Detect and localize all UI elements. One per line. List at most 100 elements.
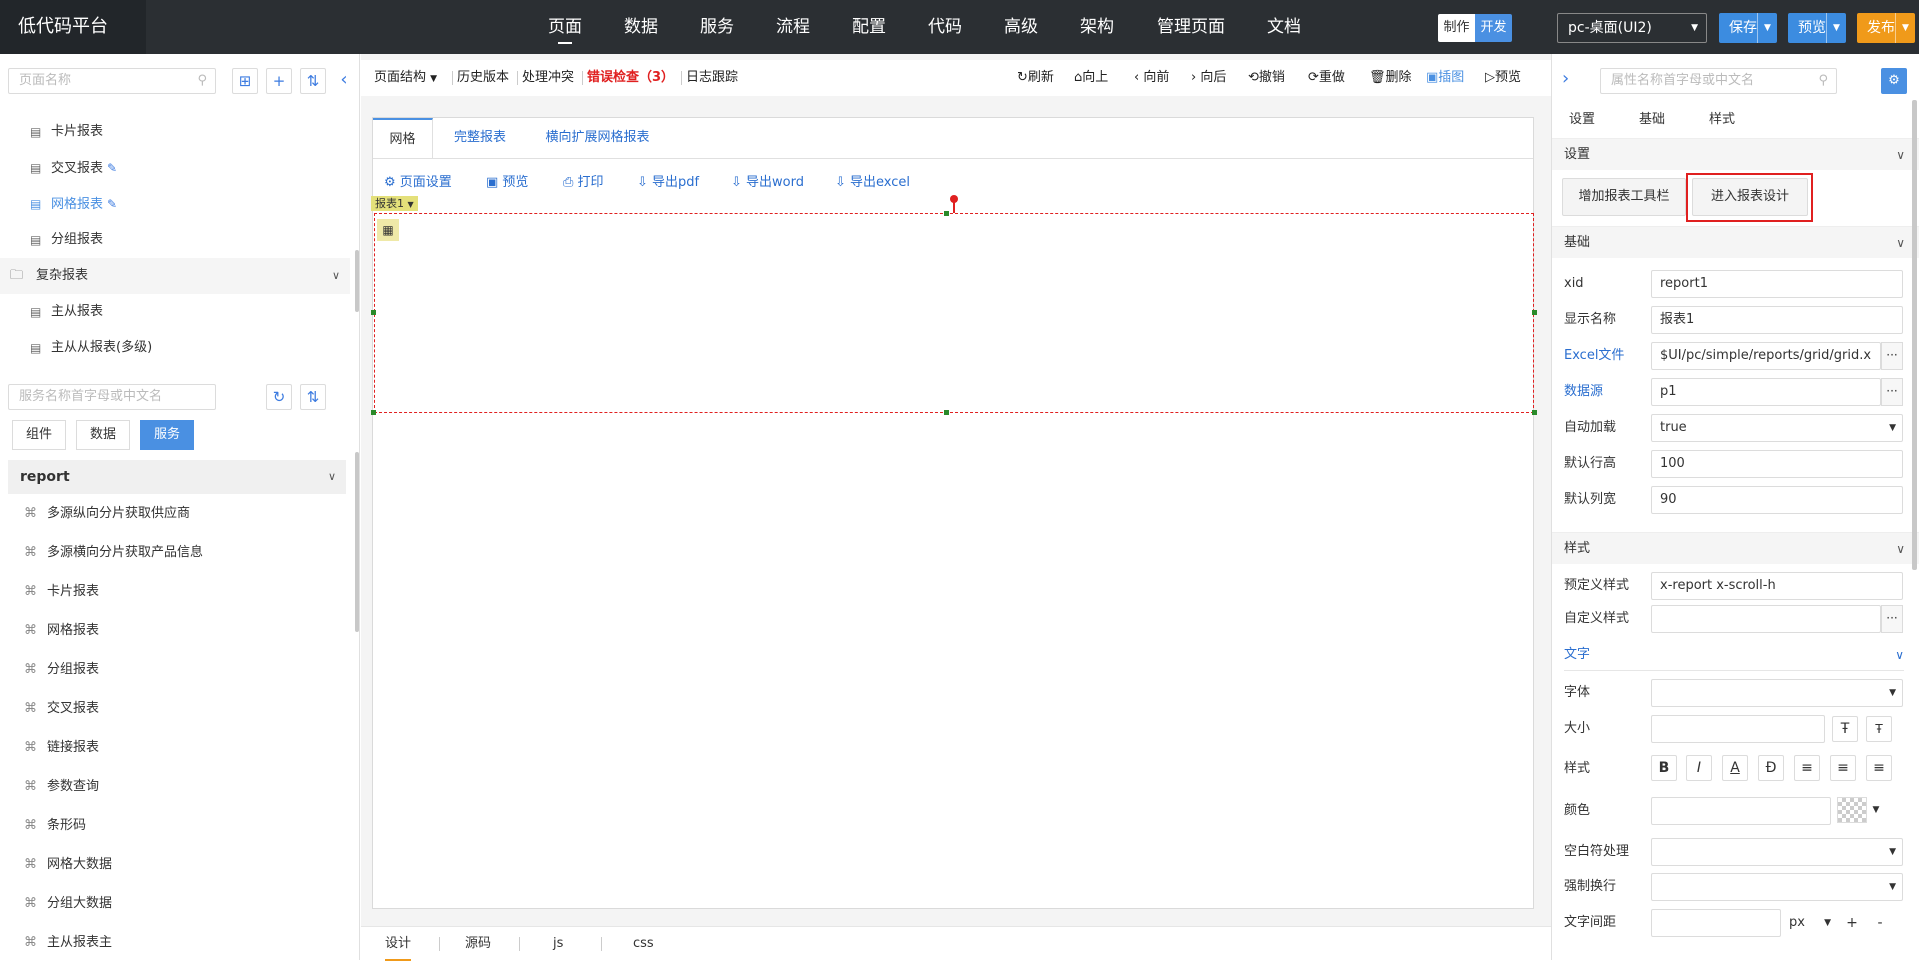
service-item[interactable]: ⌘ 参数查询 (0, 767, 350, 806)
report-tag[interactable]: 报表1 ▼ (371, 196, 418, 211)
align-left-icon[interactable]: ≡ (1794, 755, 1820, 781)
caret-down-icon[interactable]: ▼ (1868, 797, 1884, 823)
more-icon[interactable]: ··· (1881, 378, 1903, 406)
export-word-button[interactable]: ⇩ 导出word (731, 170, 804, 196)
export-pdf-button[interactable]: ⇩ 导出pdf (637, 170, 699, 196)
nav-item-process[interactable]: 流程 (776, 0, 810, 54)
tab-components[interactable]: 组件 (12, 420, 66, 450)
collapse-left-icon[interactable]: ‹ (334, 68, 354, 94)
color-input[interactable] (1651, 797, 1831, 825)
tree-item-active[interactable]: ▤ 网格报表 ✎ (0, 186, 350, 222)
forward-button[interactable]: ‹ 向前 (1134, 60, 1169, 96)
italic-icon[interactable]: I (1686, 755, 1712, 781)
service-item[interactable]: ⌘ 分组大数据 (0, 884, 350, 923)
tab-full-report[interactable]: 完整报表 (440, 118, 520, 158)
report-component-selection[interactable] (374, 213, 1534, 413)
resize-handle[interactable] (1532, 410, 1537, 415)
nav-item-code[interactable]: 代码 (928, 0, 962, 54)
tree-item[interactable]: ▤ 交叉报表 ✎ (0, 150, 350, 186)
backward-button[interactable]: › 向后 (1191, 60, 1226, 96)
minus-icon[interactable]: - (1868, 909, 1892, 937)
tab-design[interactable]: 设计 (385, 927, 412, 961)
more-icon[interactable]: ··· (1881, 605, 1903, 633)
caret-down-icon[interactable]: ▼ (1757, 13, 1777, 43)
page-setup-button[interactable]: ⚙ 页面设置 (384, 170, 452, 196)
decrease-font-icon[interactable]: Ŧ (1866, 716, 1892, 742)
resize-handle[interactable] (944, 211, 949, 216)
up-button[interactable]: ⌂向上 (1074, 60, 1108, 96)
underline-icon[interactable]: A (1722, 755, 1748, 781)
service-item[interactable]: ⌘ 交叉报表 (0, 689, 350, 728)
nav-item-data[interactable]: 数据 (624, 0, 658, 54)
excel-file-input[interactable]: $UI/pc/simple/reports/grid/grid.x (1651, 342, 1881, 370)
tab-css[interactable]: css (633, 927, 654, 961)
predefined-style-input[interactable]: x-report x-scroll-h (1651, 572, 1903, 600)
col-width-input[interactable]: 90 (1651, 486, 1903, 514)
sort-icon[interactable]: ⇅ (300, 68, 326, 94)
bold-icon[interactable]: B (1651, 755, 1677, 781)
scrollbar-thumb[interactable] (1912, 100, 1917, 570)
preview-toolbar-button[interactable]: ▷预览 (1485, 60, 1521, 96)
caret-down-icon[interactable]: ▼ (1826, 13, 1846, 43)
unit-select[interactable]: px ▼ (1785, 909, 1835, 937)
service-item[interactable]: ⌘ 链接报表 (0, 728, 350, 767)
conflicts-button[interactable]: 处理冲突 (522, 60, 574, 96)
service-item[interactable]: ⌘ 网格报表 (0, 611, 350, 650)
refresh-icon[interactable]: ↻ (266, 384, 292, 410)
page-structure-dropdown[interactable]: 页面结构 ▼ (374, 60, 437, 96)
resize-handle-dot[interactable] (950, 195, 958, 203)
service-item[interactable]: ⌘ 多源纵向分片获取供应商 (0, 494, 350, 533)
more-icon[interactable]: ··· (1881, 342, 1903, 370)
insert-image-button[interactable]: ▣插图 (1426, 60, 1464, 96)
whitespace-select[interactable]: ▼ (1651, 838, 1903, 866)
chevron-down-icon[interactable]: ∨ (1896, 533, 1905, 565)
nav-item-config[interactable]: 配置 (852, 0, 886, 54)
edit-icon[interactable]: ✎ (107, 197, 117, 211)
tab-source[interactable]: 源码 (465, 927, 491, 961)
tab-style[interactable]: 样式 (1709, 108, 1735, 132)
report-preview-button[interactable]: ▣ 预览 (486, 170, 528, 196)
resize-handle[interactable] (944, 410, 949, 415)
refresh-button[interactable]: ↻刷新 (1017, 60, 1054, 96)
service-search-input[interactable]: 服务名称首字母或中文名 (8, 384, 216, 410)
section-settings[interactable]: 设置 ∨ (1552, 138, 1919, 170)
save-button[interactable]: 保存 ▼ (1719, 13, 1777, 43)
settings-gear-icon[interactable]: ⚙ (1881, 68, 1907, 94)
nav-item-architecture[interactable]: 架构 (1080, 0, 1114, 54)
letter-spacing-input[interactable] (1651, 909, 1781, 937)
tree-group-complex-reports[interactable]: 🗀 复杂报表 ∨ (0, 258, 350, 294)
mode-make-button[interactable]: 制作 (1438, 14, 1475, 42)
service-group-report[interactable]: report ∨ (8, 460, 346, 494)
row-height-input[interactable]: 100 (1651, 450, 1903, 478)
redo-button[interactable]: ⟳重做 (1308, 60, 1345, 96)
chevron-down-icon[interactable]: ∨ (1895, 640, 1904, 670)
align-right-icon[interactable]: ≡ (1866, 755, 1892, 781)
tab-data[interactable]: 数据 (76, 420, 130, 450)
service-item[interactable]: ⌘ 卡片报表 (0, 572, 350, 611)
platform-select[interactable]: pc-桌面(UI2) ▼ (1557, 13, 1707, 43)
align-center-icon[interactable]: ≡ (1830, 755, 1856, 781)
log-trace-button[interactable]: 日志跟踪 (686, 60, 738, 96)
word-wrap-select[interactable]: ▼ (1651, 873, 1903, 901)
property-search-input[interactable]: 属性名称首字母或中文名 ⚲ (1600, 68, 1837, 94)
service-item[interactable]: ⌘ 分组报表 (0, 650, 350, 689)
tree-item[interactable]: ▤ 卡片报表 (0, 114, 350, 150)
increase-font-icon[interactable]: Ŧ (1832, 716, 1858, 742)
font-select[interactable]: ▼ (1651, 679, 1903, 707)
publish-button[interactable]: 发布 ▼ (1857, 13, 1915, 43)
delete-button[interactable]: 🗑删除 (1369, 60, 1412, 96)
nav-item-manage-pages[interactable]: 管理页面 (1157, 0, 1225, 54)
chevron-down-icon[interactable]: ∨ (1896, 139, 1905, 171)
scrollbar-thumb[interactable] (355, 250, 359, 312)
tree-item[interactable]: ▤ 分组报表 (0, 222, 350, 258)
plus-icon[interactable]: + (1840, 909, 1864, 937)
error-check-button[interactable]: 错误检查（3） (587, 60, 674, 96)
resize-handle[interactable] (371, 410, 376, 415)
nav-item-advanced[interactable]: 高级 (1004, 0, 1038, 54)
service-item[interactable]: ⌘ 多源横向分片获取产品信息 (0, 533, 350, 572)
page-search-input[interactable]: 页面名称 ⚲ (8, 68, 216, 94)
tab-grid[interactable]: 网格 (373, 118, 433, 158)
report-component-icon[interactable]: ▦ (377, 219, 399, 241)
scrollbar-thumb[interactable] (355, 452, 359, 632)
section-basic[interactable]: 基础 ∨ (1552, 226, 1919, 258)
